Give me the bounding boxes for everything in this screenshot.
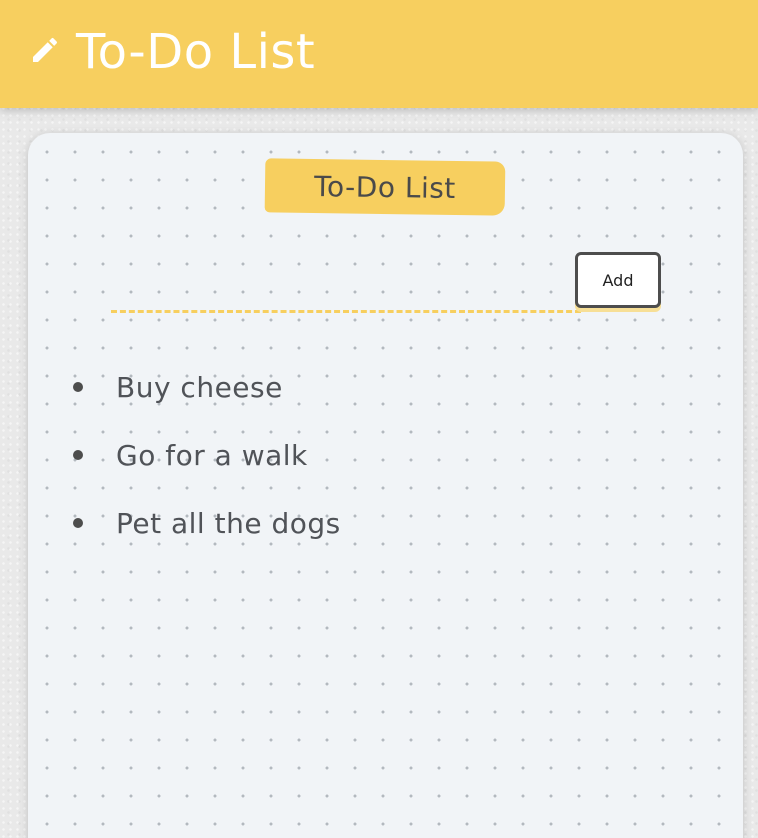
todo-item-text: Pet all the dogs [116,506,341,540]
todo-item[interactable]: Buy cheese [68,353,341,421]
todo-item[interactable]: Pet all the dogs [68,489,341,557]
bullet-icon [73,382,83,392]
todo-card: To-Do List Add Buy cheese Go for a walk … [28,133,743,838]
todo-list: Buy cheese Go for a walk Pet all the dog… [68,353,341,557]
pencil-icon [33,37,58,62]
card-title: To-Do List [264,158,506,216]
app-header: To-Do List [0,0,758,108]
todo-item-text: Go for a walk [116,438,308,472]
bullet-icon [73,450,83,460]
task-input[interactable] [111,273,581,313]
app-title: To-Do List [76,24,316,80]
todo-item-text: Buy cheese [116,370,283,404]
add-button[interactable]: Add [575,252,661,308]
bullet-icon [73,518,83,528]
todo-item[interactable]: Go for a walk [68,421,341,489]
